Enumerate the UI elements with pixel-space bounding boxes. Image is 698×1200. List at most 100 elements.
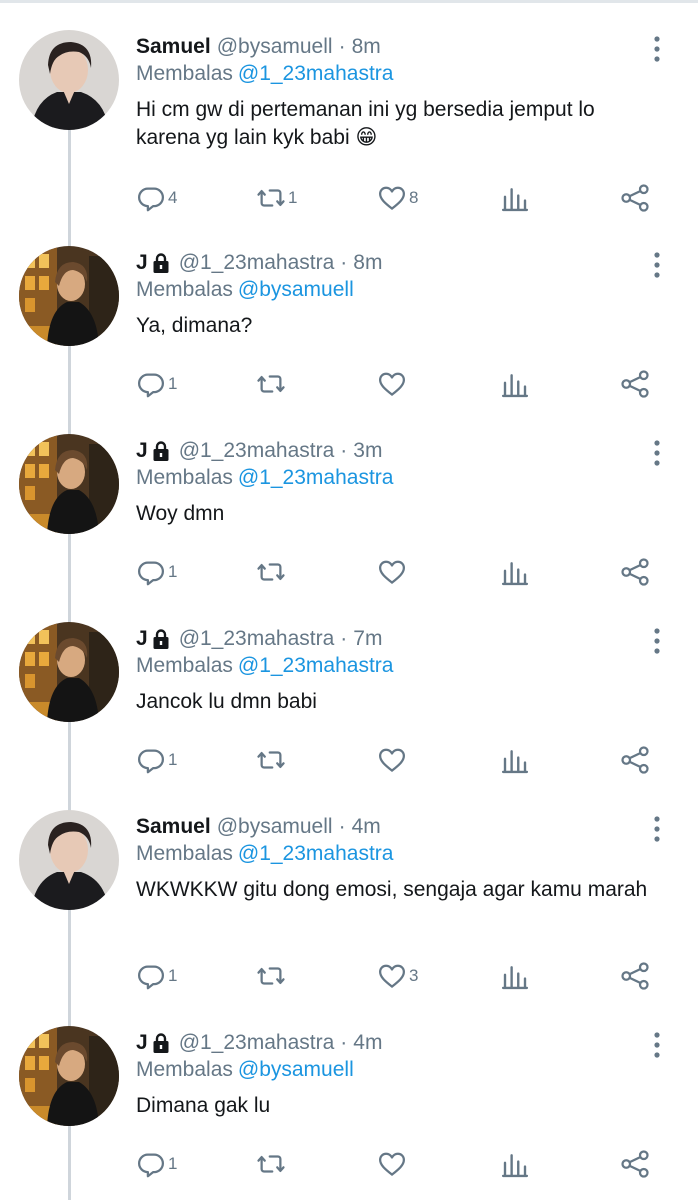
tweet-text: WKWKKW gitu dong emosi, sengaja agar kam… [136, 878, 648, 901]
analytics-button[interactable] [500, 180, 530, 216]
reply-button[interactable]: 1 [136, 366, 177, 402]
avatar[interactable] [19, 434, 119, 534]
tweet-header: J @1_23mahastra · 3m [136, 436, 382, 466]
timestamp[interactable]: 3m [353, 439, 382, 463]
display-name[interactable]: Samuel [136, 35, 211, 59]
user-handle[interactable]: @bysamuell [217, 815, 333, 839]
reply-label: Membalas [136, 278, 233, 301]
vertical-dots-icon[interactable] [646, 438, 668, 468]
vertical-dots-icon[interactable] [646, 250, 668, 280]
reply-button[interactable]: 1 [136, 958, 177, 994]
vertical-dots-icon[interactable] [646, 1030, 668, 1060]
reply-button[interactable]: 1 [136, 1146, 177, 1182]
retweet-button[interactable] [256, 554, 288, 590]
speech-bubble-icon [136, 557, 166, 587]
mention-link[interactable]: @1_23mahastra [238, 842, 394, 865]
retweet-arrows-icon [256, 369, 286, 399]
bar-chart-icon [500, 745, 530, 775]
display-name[interactable]: J [136, 627, 148, 651]
separator: · [338, 815, 346, 838]
reply-context: Membalas @1_23mahastra [136, 466, 393, 490]
reply-button[interactable]: 1 [136, 554, 177, 590]
speech-bubble-icon [136, 961, 166, 991]
timestamp[interactable]: 7m [353, 627, 382, 651]
share-button[interactable] [620, 180, 650, 216]
separator: · [338, 35, 346, 58]
like-button[interactable] [377, 1146, 409, 1182]
avatar[interactable] [19, 1026, 119, 1126]
like-button[interactable] [377, 742, 409, 778]
share-nodes-icon [620, 961, 650, 991]
reply-count: 1 [168, 1154, 178, 1173]
user-handle[interactable]: @1_23mahastra [179, 1031, 335, 1055]
timestamp[interactable]: 8m [352, 35, 381, 59]
user-handle[interactable]: @1_23mahastra [179, 251, 335, 275]
share-button[interactable] [620, 1146, 650, 1182]
share-nodes-icon [620, 183, 650, 213]
lock-icon [151, 628, 171, 650]
mention-link[interactable]: @bysamuell [238, 1058, 354, 1081]
tweet-text: Ya, dimana? [136, 314, 253, 337]
action-bar: 1 [0, 742, 698, 778]
retweet-button[interactable]: 1 [256, 180, 297, 216]
reply-button[interactable]: 4 [136, 180, 177, 216]
display-name[interactable]: J [136, 251, 148, 275]
tweet-text: Jancok lu dmn babi [136, 690, 317, 713]
analytics-button[interactable] [500, 1146, 530, 1182]
separator: · [340, 627, 348, 650]
avatar[interactable] [19, 30, 119, 130]
tweet-header: Samuel @bysamuell · 8m [136, 32, 381, 62]
avatar[interactable] [19, 622, 119, 722]
retweet-button[interactable] [256, 1146, 288, 1182]
retweet-button[interactable] [256, 958, 288, 994]
lock-icon [151, 440, 171, 462]
avatar[interactable] [19, 810, 119, 910]
mention-link[interactable]: @1_23mahastra [238, 654, 394, 677]
timestamp[interactable]: 8m [353, 251, 382, 275]
analytics-button[interactable] [500, 742, 530, 778]
reply-button[interactable]: 1 [136, 742, 177, 778]
vertical-dots-icon[interactable] [646, 814, 668, 844]
share-button[interactable] [620, 742, 650, 778]
like-button[interactable]: 8 [377, 180, 418, 216]
retweet-arrows-icon [256, 1149, 286, 1179]
heart-icon [377, 369, 407, 399]
reply-label: Membalas [136, 1058, 233, 1081]
share-nodes-icon [620, 745, 650, 775]
display-name[interactable]: J [136, 1031, 148, 1055]
retweet-button[interactable] [256, 366, 288, 402]
analytics-button[interactable] [500, 366, 530, 402]
reply-context: Membalas @1_23mahastra [136, 842, 393, 866]
display-name[interactable]: J [136, 439, 148, 463]
avatar[interactable] [19, 246, 119, 346]
heart-icon [377, 1149, 407, 1179]
action-bar: 1 [0, 366, 698, 402]
analytics-button[interactable] [500, 958, 530, 994]
mention-link[interactable]: @1_23mahastra [238, 62, 394, 85]
share-button[interactable] [620, 366, 650, 402]
user-handle[interactable]: @bysamuell [217, 35, 333, 59]
like-button[interactable]: 3 [377, 958, 418, 994]
reply-count: 4 [168, 188, 178, 207]
user-handle[interactable]: @1_23mahastra [179, 439, 335, 463]
mention-link[interactable]: @1_23mahastra [238, 466, 394, 489]
like-button[interactable] [377, 366, 409, 402]
retweet-button[interactable] [256, 742, 288, 778]
timestamp[interactable]: 4m [353, 1031, 382, 1055]
vertical-dots-icon[interactable] [646, 626, 668, 656]
share-button[interactable] [620, 554, 650, 590]
user-handle[interactable]: @1_23mahastra [179, 627, 335, 651]
tweet-header: Samuel @bysamuell · 4m [136, 812, 381, 842]
mention-link[interactable]: @bysamuell [238, 278, 354, 301]
bar-chart-icon [500, 557, 530, 587]
bar-chart-icon [500, 183, 530, 213]
timestamp[interactable]: 4m [352, 815, 381, 839]
display-name[interactable]: Samuel [136, 815, 211, 839]
share-button[interactable] [620, 958, 650, 994]
reply-count: 1 [168, 562, 178, 581]
like-button[interactable] [377, 554, 409, 590]
vertical-dots-icon[interactable] [646, 34, 668, 64]
analytics-button[interactable] [500, 554, 530, 590]
reply-count: 1 [168, 750, 178, 769]
top-divider [0, 0, 698, 3]
